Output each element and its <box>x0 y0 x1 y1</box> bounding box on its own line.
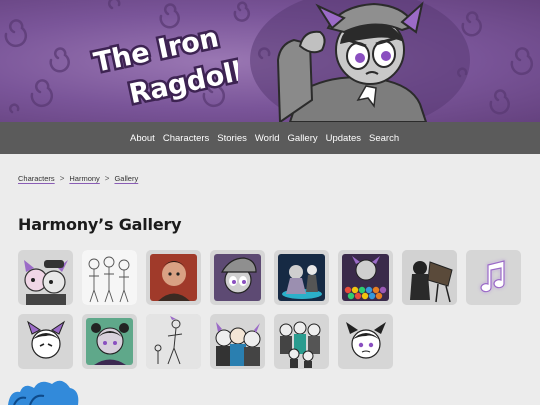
dark-easel-thumbnail <box>402 250 457 305</box>
breadcrumb-separator: > <box>104 174 110 183</box>
nav-world[interactable]: World <box>255 133 280 144</box>
nav-updates[interactable]: Updates <box>326 133 361 144</box>
site-banner: The Iron Ragdoll <box>0 0 540 122</box>
mascot-illustration <box>276 1 428 122</box>
breadcrumb: Characters > Harmony > Gallery <box>18 174 138 183</box>
nav-search[interactable]: Search <box>369 133 399 144</box>
nav-characters[interactable]: Characters <box>163 133 209 144</box>
gallery-thumbnail[interactable] <box>82 314 137 369</box>
green-portrait-thumbnail <box>86 318 133 365</box>
site-logo[interactable]: The Iron Ragdoll <box>88 14 238 114</box>
gallery-thumbnail[interactable] <box>338 314 393 369</box>
gallery-thumbnail[interactable] <box>18 250 73 305</box>
footer-mascot-peek <box>8 380 79 405</box>
red-portrait-thumbnail <box>150 254 197 301</box>
breadcrumb-characters[interactable]: Characters <box>18 174 55 183</box>
breadcrumb-separator: > <box>59 174 65 183</box>
group-thumbnail <box>279 321 321 368</box>
gallery-thumbnail[interactable] <box>146 250 201 305</box>
gallery-thumbnail[interactable] <box>82 250 137 305</box>
trio-thumbnail <box>215 322 261 366</box>
nav-gallery[interactable]: Gallery <box>288 133 318 144</box>
nav-about[interactable]: About <box>130 133 155 144</box>
nav-stories[interactable]: Stories <box>217 133 247 144</box>
sketch-walk-thumbnail <box>146 314 201 369</box>
breadcrumb-harmony[interactable]: Harmony <box>69 174 99 183</box>
sketch-lineup-thumbnail <box>82 250 137 305</box>
music-note-icon <box>480 260 505 293</box>
main-nav: About Characters Stories World Gallery U… <box>0 122 540 154</box>
gallery-thumbnail[interactable] <box>274 314 329 369</box>
page-title: Harmony’s Gallery <box>18 215 182 234</box>
gallery-thumbnail[interactable] <box>146 314 201 369</box>
sticker-worried-thumbnail <box>346 322 386 359</box>
gallery-thumbnail[interactable] <box>466 250 521 305</box>
breadcrumb-gallery[interactable]: Gallery <box>114 174 138 183</box>
blue-scene-thumbnail <box>278 254 325 301</box>
gallery-thumbnail[interactable] <box>338 250 393 305</box>
gallery-thumbnail[interactable] <box>210 314 265 369</box>
hat-portrait-thumbnail <box>214 254 261 301</box>
gallery-thumbnail[interactable] <box>210 250 265 305</box>
bubble-game-thumbnail <box>342 254 389 301</box>
harmony-duo-thumbnail <box>24 260 68 305</box>
gallery-thumbnail[interactable] <box>18 314 73 369</box>
gallery-thumbnail[interactable] <box>402 250 457 305</box>
sticker-face-thumbnail <box>27 320 66 359</box>
gallery-thumbnail[interactable] <box>274 250 329 305</box>
